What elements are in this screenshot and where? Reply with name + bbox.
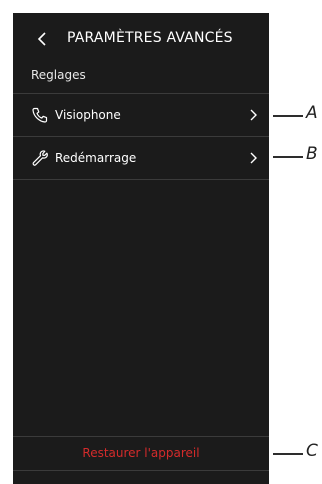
wrench-icon [32, 150, 48, 166]
callout-a: A [306, 103, 318, 123]
chevron-left-icon [37, 32, 46, 46]
callout-b: B [306, 144, 318, 164]
callout-line-a [273, 115, 303, 117]
callout-line-b [273, 156, 303, 158]
menu-item-visiophone[interactable]: Visiophone [13, 94, 269, 136]
callout-line-c [273, 453, 303, 455]
page-title: PARAMÈTRES AVANCÉS [67, 30, 233, 46]
chevron-right-icon [250, 152, 257, 164]
header: PARAMÈTRES AVANCÉS [13, 13, 269, 65]
divider [13, 179, 269, 180]
menu-item-redemarrage[interactable]: Redémarrage [13, 137, 269, 179]
divider [13, 470, 269, 471]
menu-item-label: Visiophone [55, 108, 121, 122]
restore-device-button[interactable]: Restaurer l'appareil [13, 436, 269, 470]
chevron-right-icon [250, 109, 257, 121]
back-button[interactable] [31, 27, 53, 51]
section-title: Reglages [31, 68, 86, 82]
callout-c: C [306, 441, 318, 461]
menu-item-label: Redémarrage [55, 151, 137, 165]
device-screen: PARAMÈTRES AVANCÉS Reglages Visiophone R… [13, 13, 269, 484]
phone-icon [32, 107, 48, 123]
